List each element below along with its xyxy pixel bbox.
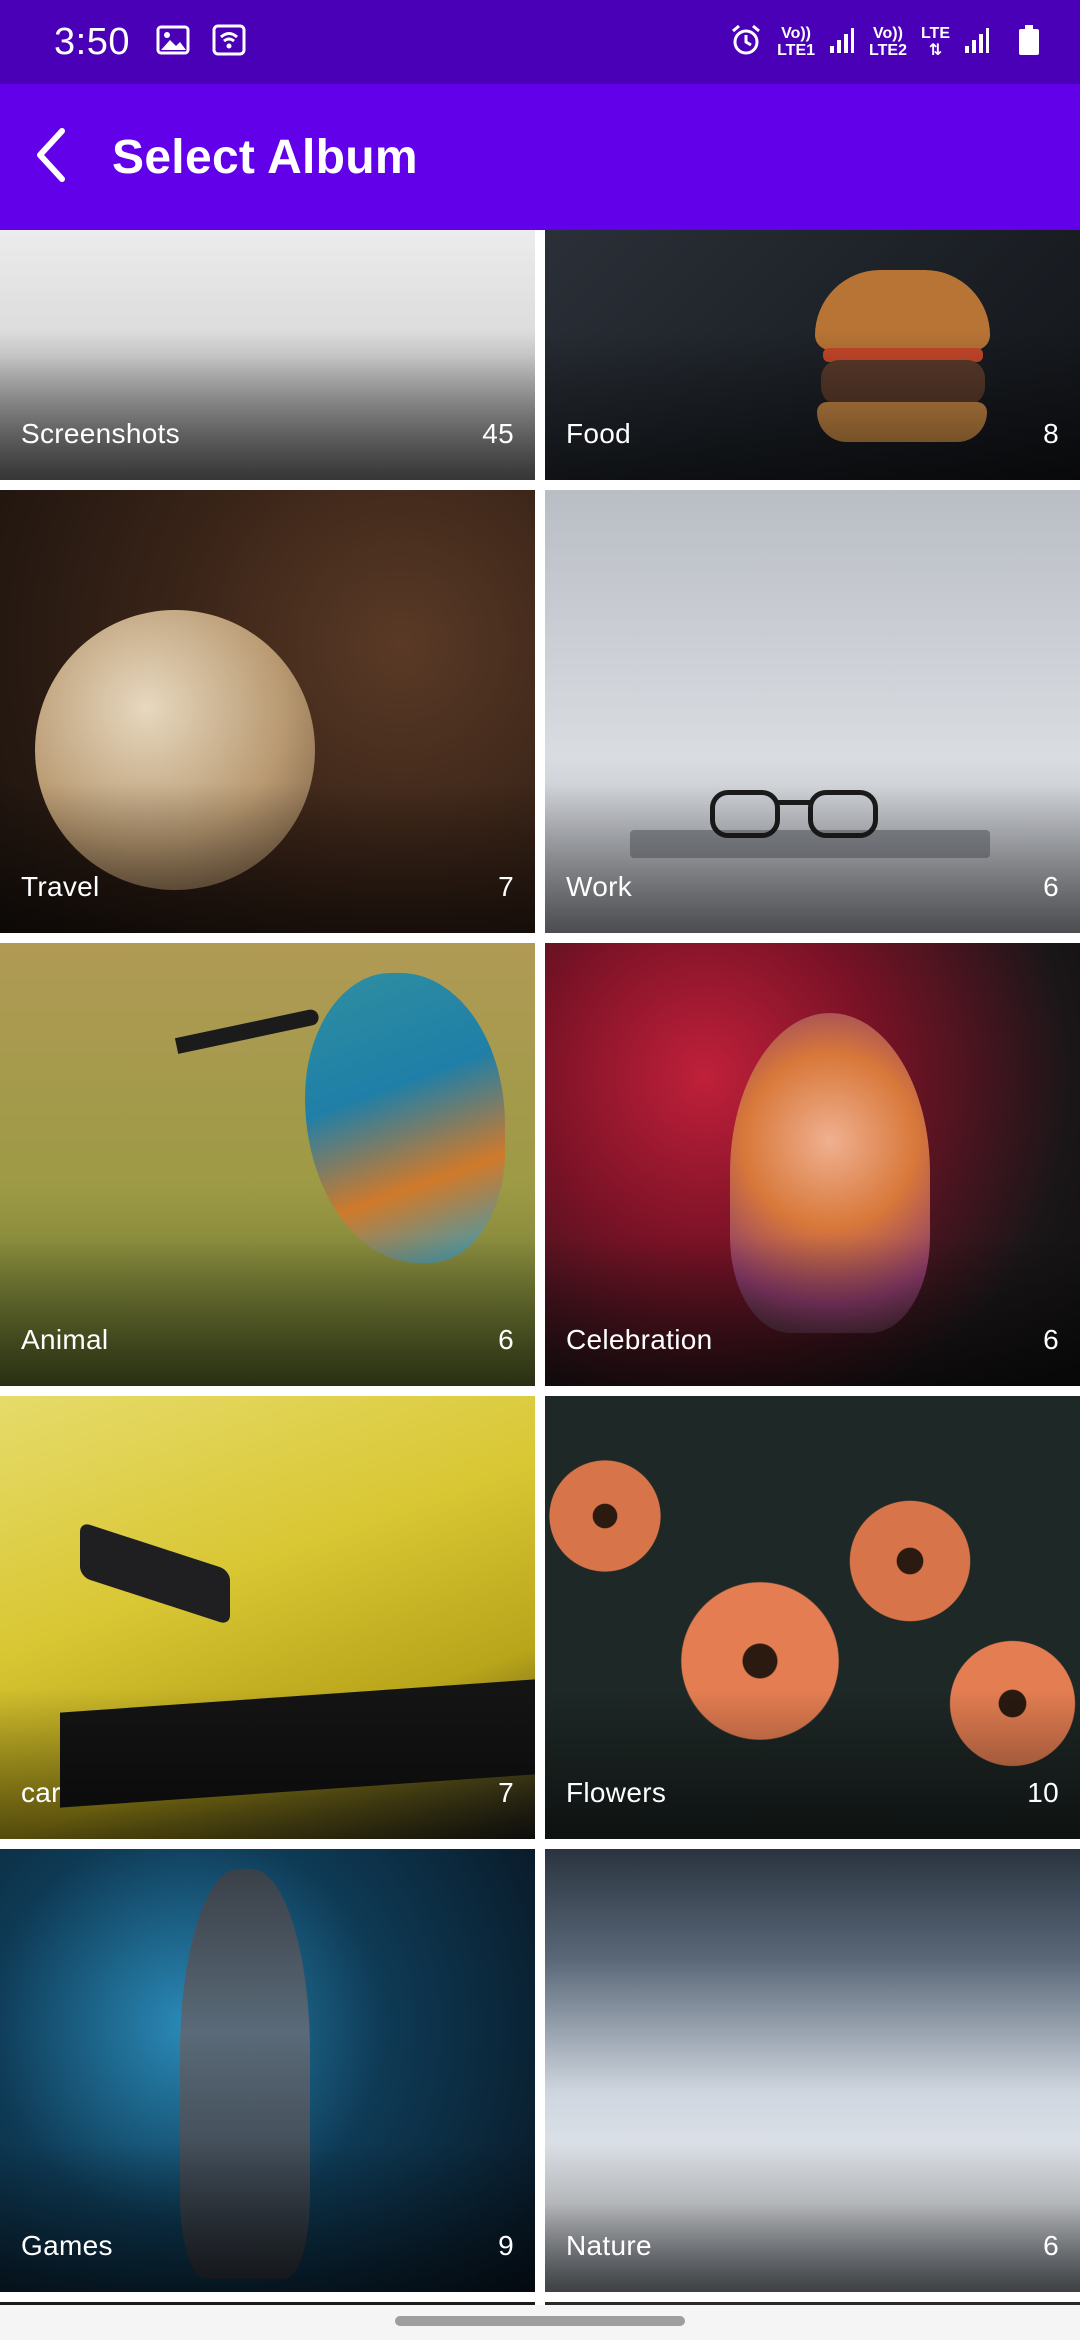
flower-image bbox=[845, 1496, 975, 1626]
page-title: Select Album bbox=[112, 130, 418, 184]
album-count: 8 bbox=[1043, 418, 1059, 449]
signal-icon bbox=[829, 26, 855, 59]
status-time: 3:50 bbox=[54, 20, 130, 63]
album-name: Food bbox=[566, 418, 632, 449]
image-icon bbox=[156, 25, 190, 60]
album-tile-animal[interactable]: Animal 6 bbox=[0, 943, 535, 1386]
album-tile-car[interactable]: car 7 bbox=[0, 1396, 535, 1839]
album-name: car bbox=[21, 1777, 61, 1808]
album-name: Animal bbox=[21, 1324, 109, 1355]
album-count: 45 bbox=[482, 418, 514, 449]
album-name: Nature bbox=[566, 2230, 652, 2261]
app-bar: Select Album bbox=[0, 84, 1080, 230]
network-type: LTE ⇅ bbox=[920, 25, 950, 59]
beak-image bbox=[174, 1008, 321, 1054]
album-tile-flowers[interactable]: Flowers 10 bbox=[545, 1396, 1080, 1839]
battery-icon bbox=[1018, 24, 1040, 61]
alarm-icon bbox=[729, 23, 763, 62]
album-tile-nature[interactable]: Nature 6 bbox=[545, 1849, 1080, 2292]
album-grid: Screenshots 45 Food 8 Travel 7 Work 6 An… bbox=[0, 230, 1080, 2305]
gesture-handle[interactable] bbox=[395, 2316, 685, 2326]
album-count: 6 bbox=[498, 1324, 514, 1355]
album-name: Work bbox=[566, 871, 633, 902]
album-count: 7 bbox=[498, 871, 514, 902]
album-name: Travel bbox=[21, 871, 100, 902]
album-name: Flowers bbox=[566, 1777, 667, 1808]
back-button[interactable] bbox=[0, 84, 100, 230]
status-bar: 3:50 Vo)) LTE1 Vo)) LTE2 LTE ⇅ bbox=[0, 0, 1080, 84]
navigation-bar bbox=[0, 2305, 1080, 2340]
album-tile-celebration[interactable]: Celebration 6 bbox=[545, 943, 1080, 1386]
album-tile-games[interactable]: Games 9 bbox=[0, 1849, 535, 2292]
album-tile-screenshots[interactable]: Screenshots 45 bbox=[0, 230, 535, 480]
album-name: Games bbox=[21, 2230, 113, 2261]
album-count: 6 bbox=[1043, 2230, 1059, 2261]
album-count: 10 bbox=[1027, 1777, 1059, 1808]
wifi-call-icon bbox=[212, 24, 246, 61]
kingfisher-image bbox=[305, 973, 505, 1263]
album-count: 6 bbox=[1043, 1324, 1059, 1355]
album-name: Celebration bbox=[566, 1324, 713, 1355]
album-tile-food[interactable]: Food 8 bbox=[545, 230, 1080, 480]
sim2-indicator: Vo)) LTE2 bbox=[869, 25, 907, 59]
arrow-back-icon bbox=[30, 127, 70, 188]
headlight-image bbox=[80, 1521, 230, 1626]
flower-image bbox=[545, 1456, 665, 1576]
sim1-indicator: Vo)) LTE1 bbox=[777, 25, 816, 59]
album-count: 7 bbox=[498, 1777, 514, 1808]
signal-icon bbox=[964, 26, 990, 59]
album-count: 6 bbox=[1043, 871, 1059, 902]
album-name: Screenshots bbox=[21, 418, 180, 449]
album-tile-travel[interactable]: Travel 7 bbox=[0, 490, 535, 933]
album-count: 9 bbox=[498, 2230, 514, 2261]
album-tile-work[interactable]: Work 6 bbox=[545, 490, 1080, 933]
